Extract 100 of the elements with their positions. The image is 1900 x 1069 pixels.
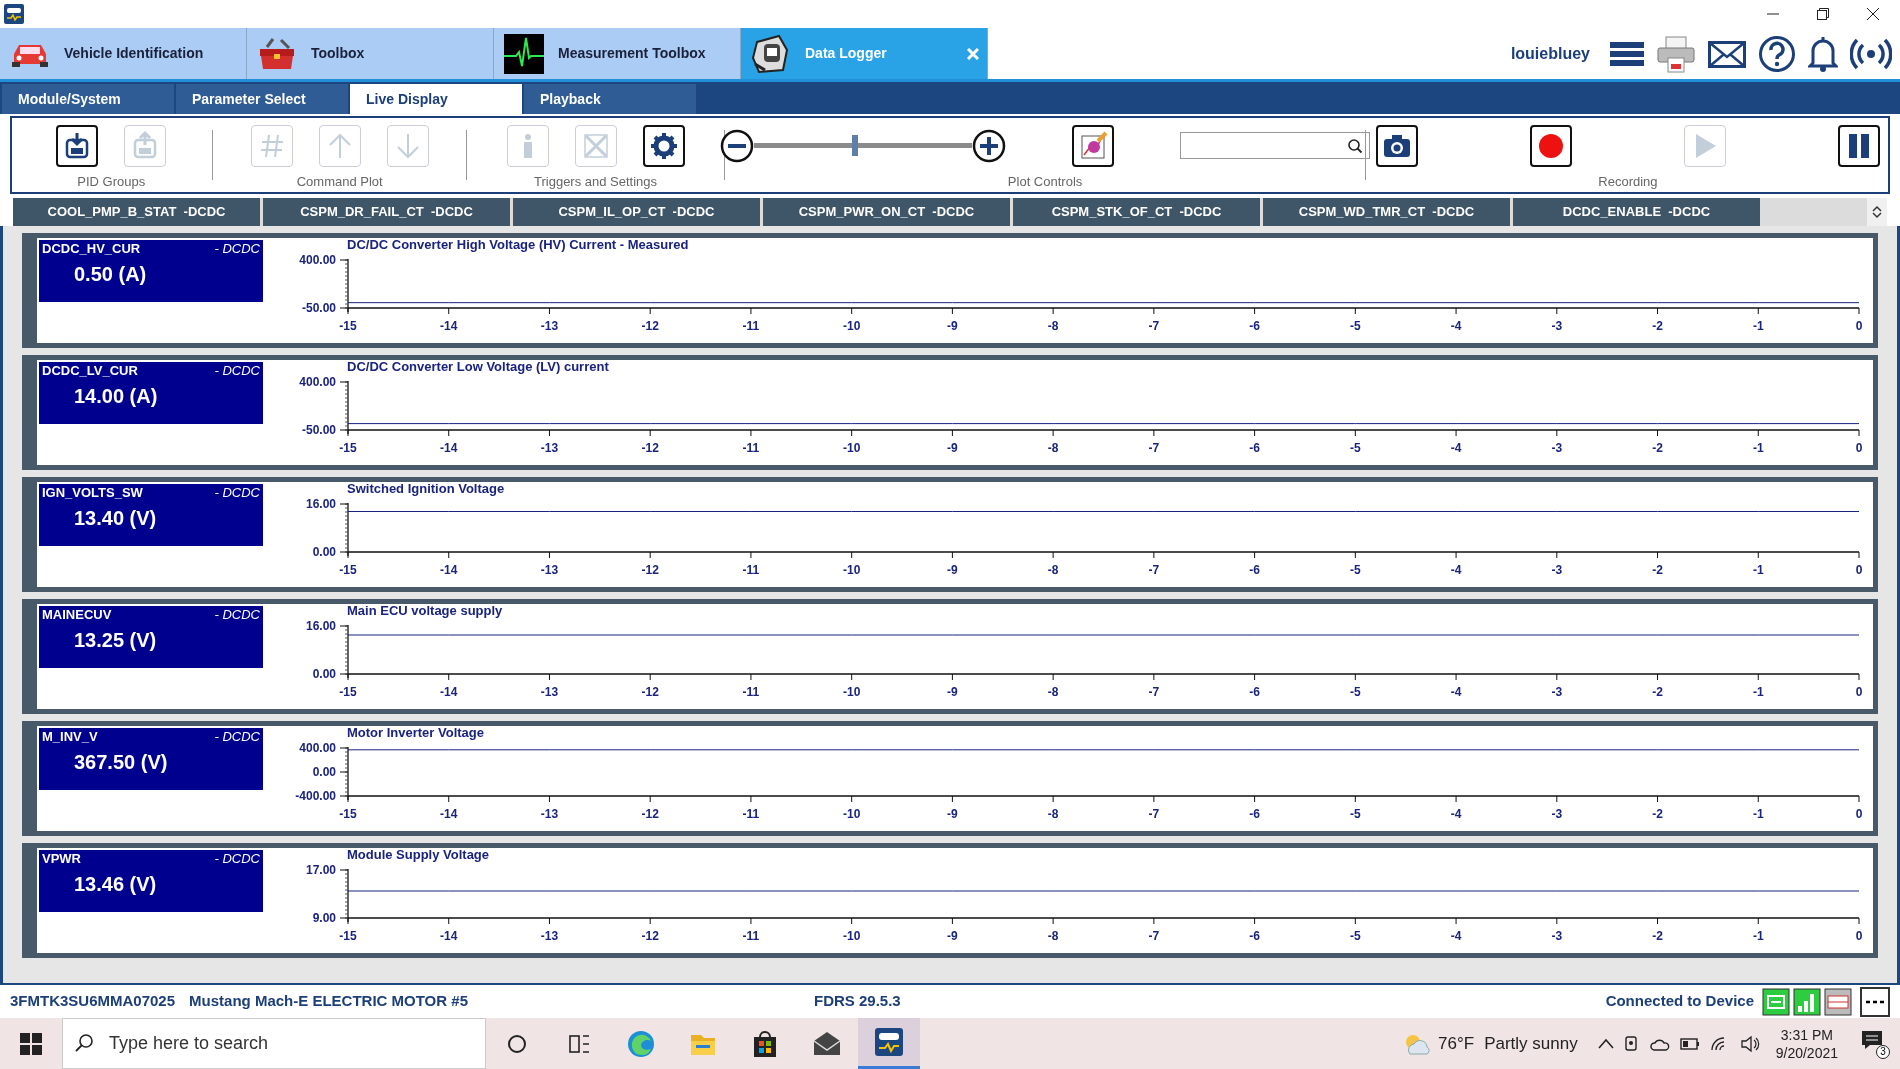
tick-label: 400.00 [299, 253, 336, 267]
tick-label: -1 [1752, 441, 1764, 455]
clock-date[interactable]: 9/20/2021 [1775, 1043, 1838, 1062]
tick-label: -13 [540, 685, 559, 699]
scroll-down-icon[interactable] [1872, 212, 1882, 219]
chart-title: Module Supply Voltage [347, 848, 490, 862]
tick-label: -15 [339, 441, 357, 455]
tick-label: -13 [540, 319, 559, 333]
pid-name: MAINECUV [42, 607, 112, 623]
group-label: Recording [1598, 172, 1658, 191]
tick-label: -6 [1249, 807, 1260, 821]
sub-tab[interactable]: Live Display [350, 84, 522, 114]
chart-title: DC/DC Converter Low Voltage (LV) current [347, 360, 609, 374]
pid-header-tab[interactable]: CSPM_STK_OF_CT -DCDC [1013, 198, 1260, 226]
slider-thumb[interactable] [852, 135, 859, 157]
pid-header-tab[interactable]: CSPM_WD_TMR_CT -DCDC [1263, 198, 1510, 226]
tick-label: -11 [742, 685, 760, 699]
broadcast-icon[interactable] [1850, 36, 1892, 71]
help-icon[interactable] [1758, 34, 1796, 73]
sub-tab[interactable]: Module/System [2, 84, 174, 114]
close-tab-icon[interactable] [967, 47, 979, 60]
printer-icon[interactable] [1656, 33, 1696, 74]
tick-label: -1 [1752, 563, 1764, 577]
camera-tray-icon[interactable] [1623, 1034, 1640, 1053]
tick-label: -2 [1652, 563, 1663, 577]
pid-header-tab[interactable]: DCDC_ENABLE -DCDC [1513, 198, 1760, 226]
module-name: - DCDC [214, 729, 260, 745]
chart-title: Main ECU voltage supply [347, 604, 503, 618]
gear-button[interactable] [642, 124, 685, 167]
tick-label: -1 [1752, 807, 1764, 821]
tick-label: 0.00 [312, 765, 336, 779]
tick-label: -4 [1450, 807, 1462, 821]
pid-header-tab[interactable]: COOL_PMP_B_STAT -DCDC [13, 198, 260, 226]
tick-label: -11 [742, 807, 760, 821]
camera-button[interactable] [1375, 124, 1418, 167]
module-name: - DCDC [214, 607, 260, 623]
pid-header-tab[interactable]: CSPM_IL_OP_CT -DCDC [513, 198, 760, 226]
sub-tab[interactable]: Parameter Select [176, 84, 348, 114]
fdrs-app-icon [875, 1028, 903, 1056]
tick-label: -12 [641, 685, 659, 699]
search-field[interactable] [1180, 132, 1371, 160]
taskbar-search-field[interactable]: Type here to search [62, 1018, 486, 1069]
pid-name: VPWR [42, 851, 81, 867]
app-tab[interactable]: Toolbox [247, 28, 494, 79]
pid-value: 13.25 (V) [74, 628, 158, 653]
tick-label: -5 [1350, 685, 1361, 699]
mail-icon[interactable] [1708, 38, 1746, 69]
tick-label: -2 [1652, 319, 1663, 333]
menu-icon[interactable] [1610, 40, 1644, 67]
load-button[interactable] [56, 124, 99, 167]
battery-icon[interactable] [1679, 1037, 1700, 1050]
windows-start-icon[interactable] [20, 1032, 42, 1055]
tick-label: -5 [1350, 563, 1361, 577]
pause-button[interactable] [1837, 124, 1880, 167]
tick-label: 400.00 [299, 375, 336, 389]
close-icon[interactable] [1866, 7, 1880, 21]
tick-label: -6 [1249, 563, 1260, 577]
bell-icon[interactable] [1808, 34, 1838, 73]
tick-label: 0 [1855, 685, 1863, 699]
tick-label: -6 [1249, 441, 1260, 455]
pid-value: 0.50 (A) [74, 262, 148, 287]
plot-button[interactable] [1072, 124, 1115, 167]
tick-label: -2 [1652, 807, 1663, 821]
cloud-icon[interactable] [1649, 1036, 1670, 1051]
tick-label: -12 [641, 807, 659, 821]
tick-label: -4 [1450, 929, 1462, 943]
zoom-slider[interactable] [754, 135, 973, 157]
tick-label: -15 [339, 563, 357, 577]
fdrs-taskbar-app[interactable] [858, 1018, 920, 1069]
zoom-in-icon[interactable] [972, 128, 1007, 163]
clock-time[interactable]: 3:31 PM [1780, 1025, 1833, 1044]
pid-header-tab[interactable]: CSPM_DR_FAIL_CT -DCDC [263, 198, 510, 226]
scroll-up-icon[interactable] [1872, 205, 1882, 212]
tick-label: 16.00 [305, 619, 336, 633]
tick-label: -12 [641, 319, 659, 333]
pid-header-tab[interactable]: CSPM_PWR_ON_CT -DCDC [763, 198, 1010, 226]
vehicle-name: Mustang Mach-E ELECTRIC MOTOR #5 [189, 991, 468, 1012]
speaker-icon[interactable] [1739, 1035, 1760, 1052]
plot-icon [1078, 130, 1109, 161]
waveform-icon [504, 33, 544, 74]
app-tab[interactable]: Measurement Toolbox [494, 28, 741, 79]
record-button[interactable] [1529, 124, 1572, 167]
tick-label: -7 [1148, 807, 1160, 821]
tick-label: -3 [1551, 929, 1563, 943]
chevron-up-icon[interactable] [1597, 1037, 1614, 1050]
tick-label: -14 [440, 563, 458, 577]
tick-label: -5 [1350, 807, 1361, 821]
notification-count: 3 [1876, 1044, 1890, 1059]
tick-label: -9 [947, 685, 958, 699]
tick-label: -13 [540, 807, 559, 821]
tick-label: -7 [1148, 319, 1160, 333]
search-icon [74, 1033, 94, 1053]
data-logger-icon [751, 33, 791, 74]
tick-label: 0 [1855, 319, 1863, 333]
restore-icon[interactable] [1816, 7, 1830, 21]
tick-label: -14 [440, 319, 458, 333]
tick-label: -3 [1551, 685, 1563, 699]
sub-tab[interactable]: Playback [524, 84, 696, 114]
zoom-out-icon[interactable] [720, 128, 755, 163]
app-tab[interactable]: Vehicle Identification [0, 28, 247, 79]
